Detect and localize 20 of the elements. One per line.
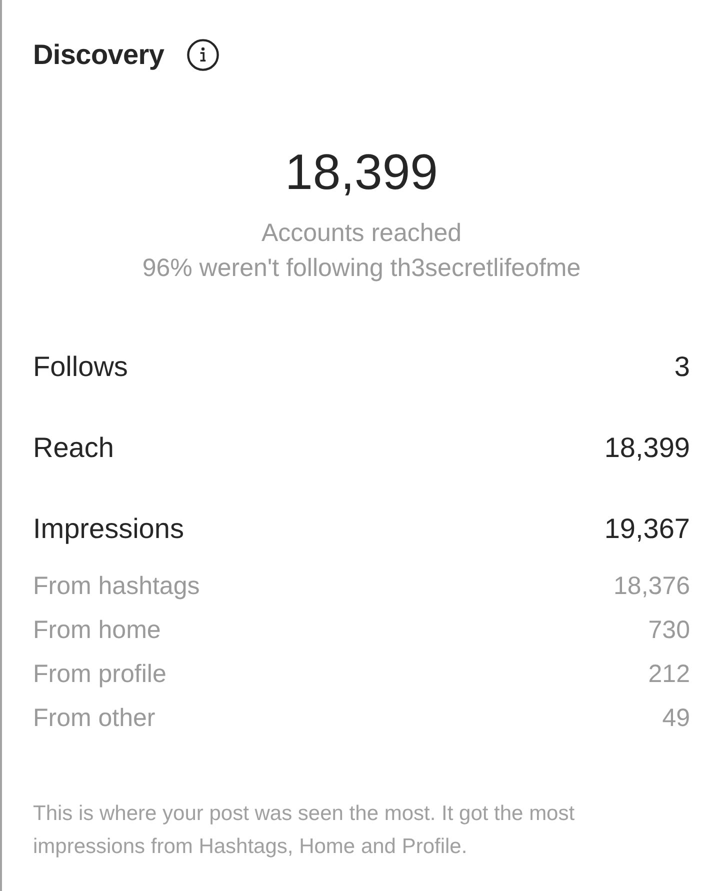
metric-value: 730: [648, 615, 690, 646]
section-title: Discovery: [33, 38, 164, 72]
metric-label: Impressions: [33, 512, 184, 546]
accounts-reached-count: 18,399: [285, 143, 438, 202]
info-icon[interactable]: [187, 39, 220, 71]
metric-value: 18,376: [614, 571, 690, 602]
metric-value: 18,399: [604, 431, 690, 465]
metric-label: From hashtags: [33, 571, 200, 602]
metric-label: From other: [33, 703, 156, 734]
metric-value: 3: [674, 350, 690, 384]
metric-label: From home: [33, 615, 161, 646]
metric-value: 49: [662, 703, 690, 734]
metric-label: Follows: [33, 350, 128, 384]
metric-value: 212: [648, 659, 690, 690]
non-follower-note: 96% weren't following th3secretlifeofme: [142, 253, 581, 284]
summary-paragraph: This is where your post was seen the most. It got the most impressions from Hashtags, Home and Profile.: [33, 801, 576, 860]
metric-label: Reach: [33, 431, 114, 465]
metric-label: From profile: [33, 659, 166, 690]
metric-value: 19,367: [604, 512, 690, 546]
accounts-reached-label: Accounts reached: [261, 218, 462, 249]
